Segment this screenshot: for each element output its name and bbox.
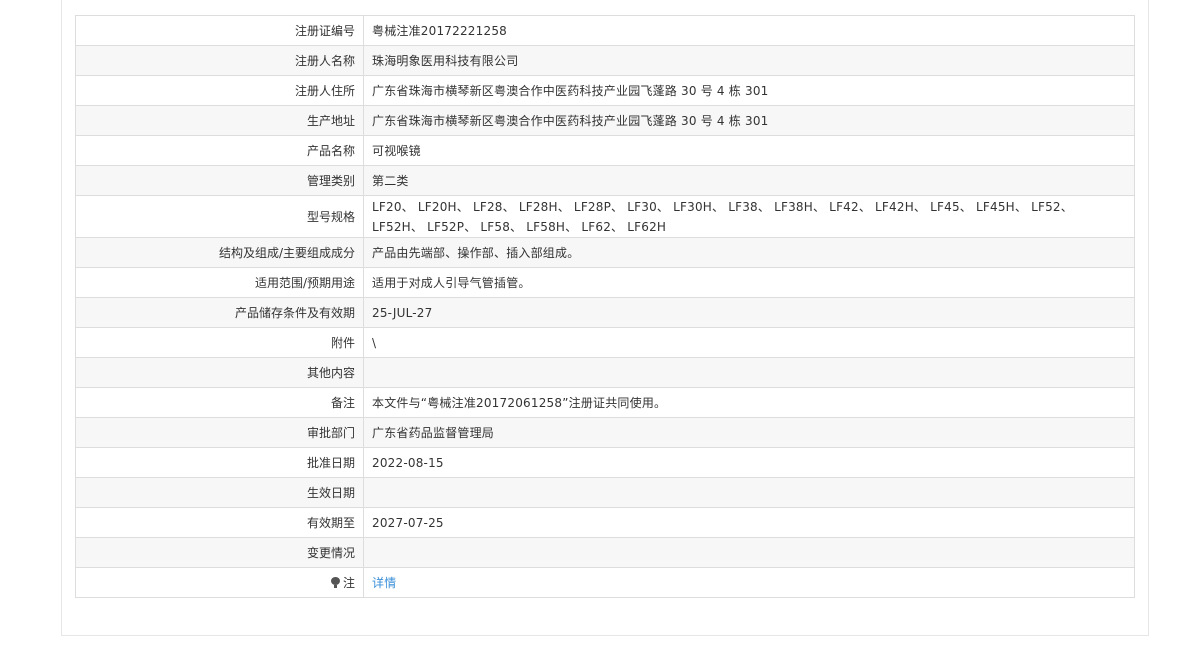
row-label: 审批部门	[75, 417, 364, 448]
table-row: 有效期至 2027-07-25	[75, 507, 1135, 538]
table-row: 结构及组成/主要组成成分 产品由先端部、操作部、插入部组成。	[75, 237, 1135, 268]
table-row: 审批部门 广东省药品监督管理局	[75, 417, 1135, 448]
table-row: 变更情况	[75, 537, 1135, 568]
row-value	[363, 477, 1135, 508]
table-row: 产品名称 可视喉镜	[75, 135, 1135, 166]
table-row: 注册人住所 广东省珠海市横琴新区粤澳合作中医药科技产业园飞蓬路 30 号 4 栋…	[75, 75, 1135, 106]
row-label: 产品储存条件及有效期	[75, 297, 364, 328]
table-row: 备注 本文件与“粤械注准20172061258”注册证共同使用。	[75, 387, 1135, 418]
row-label: 有效期至	[75, 507, 364, 538]
row-label: 产品名称	[75, 135, 364, 166]
row-value: 2027-07-25	[363, 507, 1135, 538]
row-label: 注册人住所	[75, 75, 364, 106]
row-label: 批准日期	[75, 447, 364, 478]
row-value: \	[363, 327, 1135, 358]
row-value: 本文件与“粤械注准20172061258”注册证共同使用。	[363, 387, 1135, 418]
row-value: 广东省珠海市横琴新区粤澳合作中医药科技产业园飞蓬路 30 号 4 栋 301	[363, 105, 1135, 136]
row-label: 生产地址	[75, 105, 364, 136]
row-value: 可视喉镜	[363, 135, 1135, 166]
note-label: 注	[342, 575, 355, 590]
row-value: 广东省珠海市横琴新区粤澳合作中医药科技产业园飞蓬路 30 号 4 栋 301	[363, 75, 1135, 106]
table-row: 生产地址 广东省珠海市横琴新区粤澳合作中医药科技产业园飞蓬路 30 号 4 栋 …	[75, 105, 1135, 136]
row-label: 适用范围/预期用途	[75, 267, 364, 298]
row-value: 广东省药品监督管理局	[363, 417, 1135, 448]
table-row: 生效日期	[75, 477, 1135, 508]
row-value: 粤械注准20172221258	[363, 15, 1135, 46]
row-label: 结构及组成/主要组成成分	[75, 237, 364, 268]
row-value: 适用于对成人引导气管插管。	[363, 267, 1135, 298]
details-link[interactable]: 详情	[372, 576, 396, 590]
table-row: 产品储存条件及有效期 25-JUL-27	[75, 297, 1135, 328]
row-label: 附件	[75, 327, 364, 358]
bulb-icon	[330, 576, 340, 588]
row-label: 注册人名称	[75, 45, 364, 76]
table-row: 注册人名称 珠海明象医用科技有限公司	[75, 45, 1135, 76]
table-row: 适用范围/预期用途 适用于对成人引导气管插管。	[75, 267, 1135, 298]
table-row-note: 注 详情	[75, 567, 1135, 598]
row-value: 第二类	[363, 165, 1135, 196]
note-value-cell: 详情	[363, 567, 1135, 598]
row-value: LF20、 LF20H、 LF28、 LF28H、 LF28P、 LF30、 L…	[363, 195, 1135, 238]
table-row: 批准日期 2022-08-15	[75, 447, 1135, 478]
row-value: 珠海明象医用科技有限公司	[363, 45, 1135, 76]
row-value: 产品由先端部、操作部、插入部组成。	[363, 237, 1135, 268]
row-value: 25-JUL-27	[363, 297, 1135, 328]
row-label: 型号规格	[75, 195, 364, 238]
row-label: 其他内容	[75, 357, 364, 388]
row-value	[363, 357, 1135, 388]
table-row: 型号规格 LF20、 LF20H、 LF28、 LF28H、 LF28P、 LF…	[75, 195, 1135, 238]
row-value: 2022-08-15	[363, 447, 1135, 478]
table-row: 其他内容	[75, 357, 1135, 388]
note-label-cell: 注	[75, 567, 364, 598]
registration-detail-table: 注册证编号 粤械注准20172221258 注册人名称 珠海明象医用科技有限公司…	[75, 15, 1135, 598]
row-label: 变更情况	[75, 537, 364, 568]
row-value	[363, 537, 1135, 568]
table-row: 管理类别 第二类	[75, 165, 1135, 196]
table-row: 附件 \	[75, 327, 1135, 358]
row-label: 注册证编号	[75, 15, 364, 46]
row-label: 生效日期	[75, 477, 364, 508]
row-label: 管理类别	[75, 165, 364, 196]
row-label: 备注	[75, 387, 364, 418]
table-row: 注册证编号 粤械注准20172221258	[75, 15, 1135, 46]
